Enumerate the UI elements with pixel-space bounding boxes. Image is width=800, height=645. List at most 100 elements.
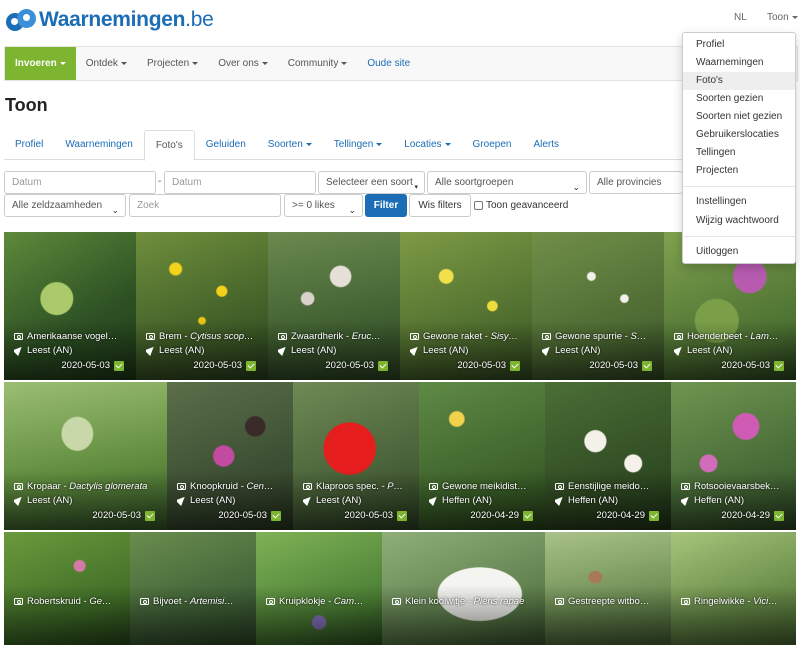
menu-uitloggen[interactable]: Uitloggen [683,243,795,261]
photo-tile[interactable]: Bijvoet - Artemisi… [130,532,256,645]
verified-check-icon [774,360,784,371]
nav-over-ons[interactable]: Over ons [208,47,278,80]
nav-community[interactable]: Community [278,47,358,80]
photo-species[interactable]: Rotsooievaarsbek… [681,481,790,492]
photo-location[interactable]: Heffen (AN) [681,495,790,506]
nav-projecten[interactable]: Projecten [137,47,208,80]
photo-tile[interactable]: Rotsooievaarsbek… Heffen (AN) 2020-04-29 [671,382,796,530]
photo-species[interactable]: Gewone spurrie - S… [542,331,658,342]
photo-location[interactable]: Heffen (AN) [555,495,665,506]
photo-tile[interactable]: Amerikaanse vogel… Leest (AN) 2020-05-03 [4,232,136,380]
photo-tile[interactable]: Gewone spurrie - S… Leest (AN) 2020-05-03 [532,232,664,380]
photo-tile[interactable]: Klaproos spec. - P… Leest (AN) 2020-05-03 [293,382,419,530]
search-input[interactable]: Zoek [129,194,281,217]
menu-soorten-niet-gezien[interactable]: Soorten niet gezien [683,108,795,126]
location-arrow-icon [14,495,25,506]
nav-invoeren[interactable]: Invoeren [5,47,76,80]
photo-tile[interactable]: Klein koolwitje - Pieris rapae [382,532,545,645]
province-select[interactable]: Alle provincies [589,171,683,194]
clear-filters-button[interactable]: Wis filters [409,194,471,217]
top-bar: Waarnemingen.be NL Toon [0,0,800,46]
photo-species[interactable]: Gestreepte witbo… [555,596,665,607]
photo-location[interactable]: Leest (AN) [542,345,658,356]
photo-tile[interactable]: Brem - Cytisus scop… Leest (AN) 2020-05-03 [136,232,268,380]
species-select[interactable]: Selecteer een soort ▾ [318,171,425,194]
photo-species[interactable]: Knoopkruid - Cen… [177,481,287,492]
filter-button[interactable]: Filter [365,194,407,217]
menu-divider [683,186,795,187]
photo-tile[interactable]: Gestreepte witbo… [545,532,671,645]
menu-tellingen[interactable]: Tellingen [683,144,795,162]
tab-fotos[interactable]: Foto's [143,130,195,161]
photo-species[interactable]: Amerikaanse vogel… [14,331,130,342]
date-from-input[interactable]: Datum [4,171,156,194]
location-arrow-icon [146,345,157,356]
language-switch[interactable]: NL [734,12,747,23]
menu-instellingen[interactable]: Instellingen [683,193,795,211]
photo-location[interactable]: Leest (AN) [410,345,526,356]
advanced-toggle[interactable]: Toon geavanceerd [474,200,568,211]
menu-projecten[interactable]: Projecten [683,162,795,180]
tab-waarnemingen[interactable]: Waarnemingen [54,130,143,160]
tab-geluiden[interactable]: Geluiden [195,130,257,160]
photo-location[interactable]: Leest (AN) [14,495,161,506]
rarity-select[interactable]: Alle zeldzaamheden ⌄ [4,194,126,217]
photo-species[interactable]: Ringelwikke - Vici… [681,596,790,607]
main-navbar: Invoeren Ontdek Projecten Over ons Commu… [4,46,798,81]
photo-location[interactable]: Leest (AN) [303,495,413,506]
tab-locaties[interactable]: Locaties [393,130,461,160]
photo-species[interactable]: Kropaar - Dactylis glomerata [14,481,161,492]
photo-date: 2020-05-03 [721,360,784,371]
photo-location[interactable]: Leest (AN) [146,345,262,356]
photo-tile[interactable]: Ringelwikke - Vici… [671,532,796,645]
photo-tile[interactable]: Kruipklokje - Cam… [256,532,382,645]
photo-species[interactable]: Hoenderbeet - Lam… [674,331,790,342]
menu-soorten-gezien[interactable]: Soorten gezien [683,90,795,108]
photo-location[interactable]: Leest (AN) [14,345,130,356]
photo-location[interactable]: Leest (AN) [177,495,287,506]
photo-species[interactable]: Gewone raket - Sisy… [410,331,526,342]
photo-tile[interactable]: Zwaardherik - Eruc… Leest (AN) 2020-05-03 [268,232,400,380]
user-menu-toggle[interactable]: Toon [767,12,798,23]
photo-overlay [671,585,796,645]
photo-tile[interactable]: Robertskruid - Ge… [4,532,130,645]
site-logo[interactable]: Waarnemingen.be [6,8,214,32]
camera-icon [410,333,419,340]
date-to-input[interactable]: Datum [164,171,316,194]
tab-alerts[interactable]: Alerts [522,130,570,160]
photo-species[interactable]: Kruipklokje - Cam… [266,596,376,607]
tab-profiel[interactable]: Profiel [4,130,54,160]
photo-species[interactable]: Brem - Cytisus scop… [146,331,262,342]
photo-species[interactable]: Gewone meikidist… [429,481,539,492]
photo-tile[interactable]: Kropaar - Dactylis glomerata Leest (AN) 20… [4,382,167,530]
photo-tile[interactable]: Knoopkruid - Cen… Leest (AN) 2020-05-03 [167,382,293,530]
nav-ontdek[interactable]: Ontdek [76,47,137,80]
chevron-down-icon [444,142,451,146]
photo-tile[interactable]: Eenstijlige meido… Heffen (AN) 2020-04-29 [545,382,671,530]
photo-species[interactable]: Bijvoet - Artemisi… [140,596,250,607]
tab-groepen[interactable]: Groepen [462,130,523,160]
tab-soorten[interactable]: Soorten [257,130,323,160]
photo-species[interactable]: Eenstijlige meido… [555,481,665,492]
nav-oude-site[interactable]: Oude site [357,47,420,80]
photo-species[interactable]: Klaproos spec. - P… [303,481,413,492]
species-group-select[interactable]: Alle soortgroepen ⌄ [427,171,587,194]
checkbox-icon[interactable] [474,201,483,210]
menu-waarnemingen[interactable]: Waarnemingen [683,54,795,72]
photo-location[interactable]: Leest (AN) [674,345,790,356]
menu-profiel[interactable]: Profiel [683,36,795,54]
likes-select[interactable]: >= 0 likes ⌄ [284,194,363,217]
menu-gebruikerslocaties[interactable]: Gebruikerslocaties [683,126,795,144]
photo-location[interactable]: Leest (AN) [278,345,394,356]
photo-tile[interactable]: Gewone raket - Sisy… Leest (AN) 2020-05-03 [400,232,532,380]
menu-fotos[interactable]: Foto's [683,72,795,90]
camera-icon [177,483,186,490]
photo-species[interactable]: Klein koolwitje - Pieris rapae [392,596,539,607]
menu-wijzig-wachtwoord[interactable]: Wijzig wachtwoord [683,212,795,230]
photo-tile[interactable]: Gewone meikidist… Heffen (AN) 2020-04-29 [419,382,545,530]
camera-icon [266,598,275,605]
photo-location[interactable]: Heffen (AN) [429,495,539,506]
photo-species[interactable]: Zwaardherik - Eruc… [278,331,394,342]
photo-species[interactable]: Robertskruid - Ge… [14,596,124,607]
tab-tellingen[interactable]: Tellingen [323,130,393,160]
